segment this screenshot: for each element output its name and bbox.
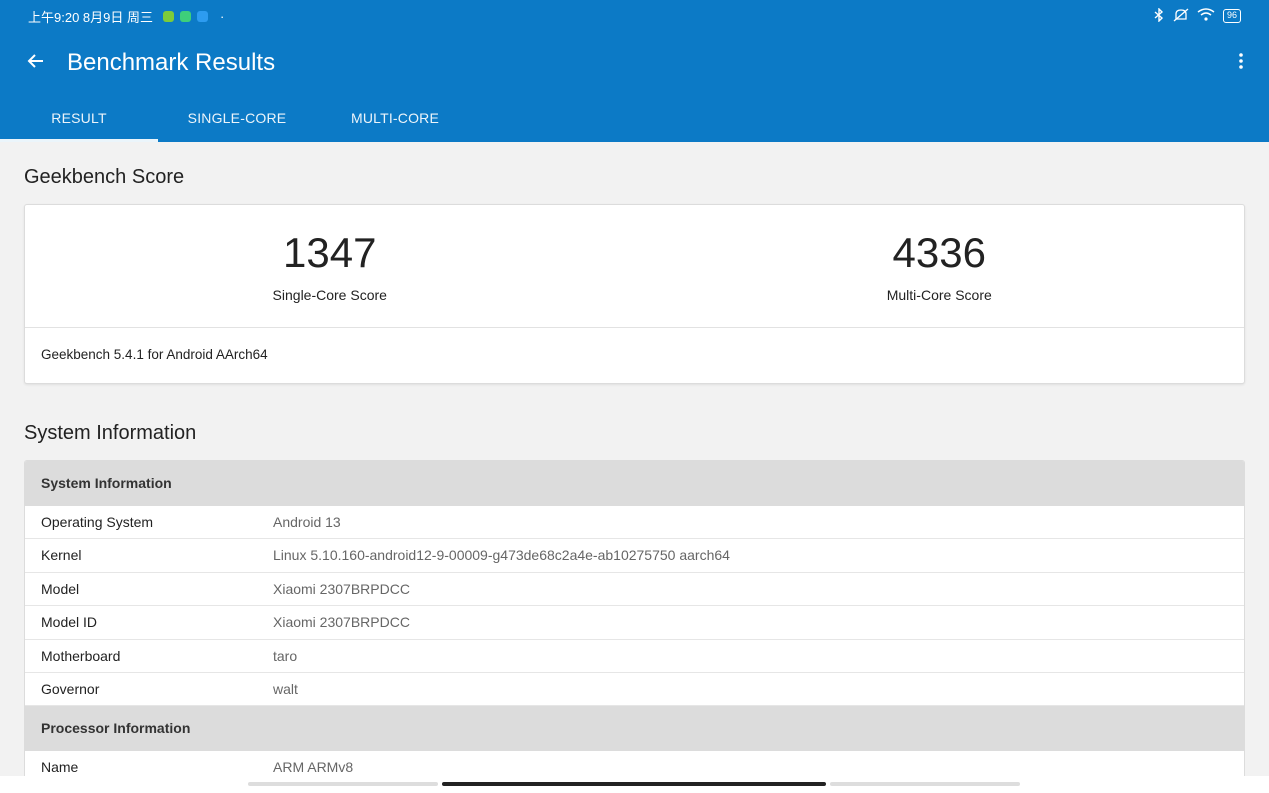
table-row-key: Operating System — [41, 514, 154, 530]
arrow-left-icon — [26, 51, 46, 76]
table-row: Model ID Xiaomi 2307BRPDCC — [25, 606, 1244, 640]
multi-core-score-label: Multi-Core Score — [886, 287, 992, 303]
mute-icon — [1173, 8, 1189, 25]
table-row-key: Motherboard — [41, 647, 121, 664]
table-row: Operating System Android 13 — [25, 506, 1244, 540]
table-row-value: taro — [273, 647, 298, 664]
single-core-score-label: Single-Core Score — [272, 287, 387, 303]
system-information-table: System Information Operating System Andr… — [24, 460, 1245, 793]
more-vert-icon — [1239, 52, 1243, 75]
tab-single-core[interactable]: SINGLE-CORE — [158, 94, 316, 142]
table-row: Motherboard taro — [25, 640, 1244, 673]
geekbench-version: Geekbench 5.4.1 for Android AArch64 — [41, 347, 268, 362]
table-row-key: Model ID — [41, 614, 98, 631]
multi-core-score-value: 4336 — [892, 229, 986, 276]
more-notifications-dot: · — [220, 8, 225, 24]
table-row-key: Kernel — [41, 547, 82, 564]
nav-gesture-hint — [248, 782, 438, 786]
table-row: Governor walt — [25, 673, 1244, 707]
system-information-heading: System Information — [24, 422, 197, 444]
status-time: 上午9:20 8月9日 周三 — [28, 9, 153, 25]
table-row-value: Xiaomi 2307BRPDCC — [273, 614, 410, 631]
table-group-header: Processor Information — [25, 706, 1244, 752]
table-row-value: Xiaomi 2307BRPDCC — [273, 580, 410, 597]
tab-multi-core[interactable]: MULTI-CORE — [316, 94, 474, 142]
home-gesture-handle[interactable] — [442, 782, 826, 786]
battery-icon: 96 — [1222, 9, 1241, 23]
score-card: 1347 Single-Core Score 4336 Multi-Core S… — [24, 204, 1245, 384]
tab-bar: RESULT SINGLE-CORE MULTI-CORE — [0, 94, 1269, 142]
overflow-menu-button[interactable] — [1229, 43, 1253, 83]
table-row-value: Android 13 — [273, 514, 341, 530]
table-row: Kernel Linux 5.10.160-android12-9-00009-… — [25, 539, 1244, 573]
table-row-key: Model — [41, 580, 80, 597]
multi-core-score: 4336 Multi-Core Score — [635, 205, 1245, 327]
table-row-value: Linux 5.10.160-android12-9-00009-g473de6… — [273, 547, 730, 564]
table-row-value: walt — [273, 680, 298, 697]
app-bar: Benchmark Results — [0, 32, 1269, 94]
wechat-notification-icon — [163, 10, 174, 22]
bluetooth-icon — [1153, 6, 1165, 25]
app-notification-icon — [180, 10, 191, 22]
status-bar: 上午9:20 8月9日 周三 · 96 — [0, 0, 1269, 32]
back-button[interactable] — [16, 43, 56, 83]
nav-gesture-hint — [830, 782, 1020, 786]
page-title: Benchmark Results — [67, 49, 276, 76]
single-core-score: 1347 Single-Core Score — [25, 205, 635, 327]
table-group-header: System Information — [25, 461, 1244, 506]
table-row-key: Governor — [41, 680, 100, 697]
tab-result[interactable]: RESULT — [0, 94, 158, 142]
single-core-score-value: 1347 — [283, 229, 377, 276]
table-row: Model Xiaomi 2307BRPDCC — [25, 573, 1244, 607]
geekbench-score-heading: Geekbench Score — [24, 166, 185, 188]
wifi-icon — [1197, 8, 1215, 24]
app-notification-icon — [197, 10, 208, 22]
